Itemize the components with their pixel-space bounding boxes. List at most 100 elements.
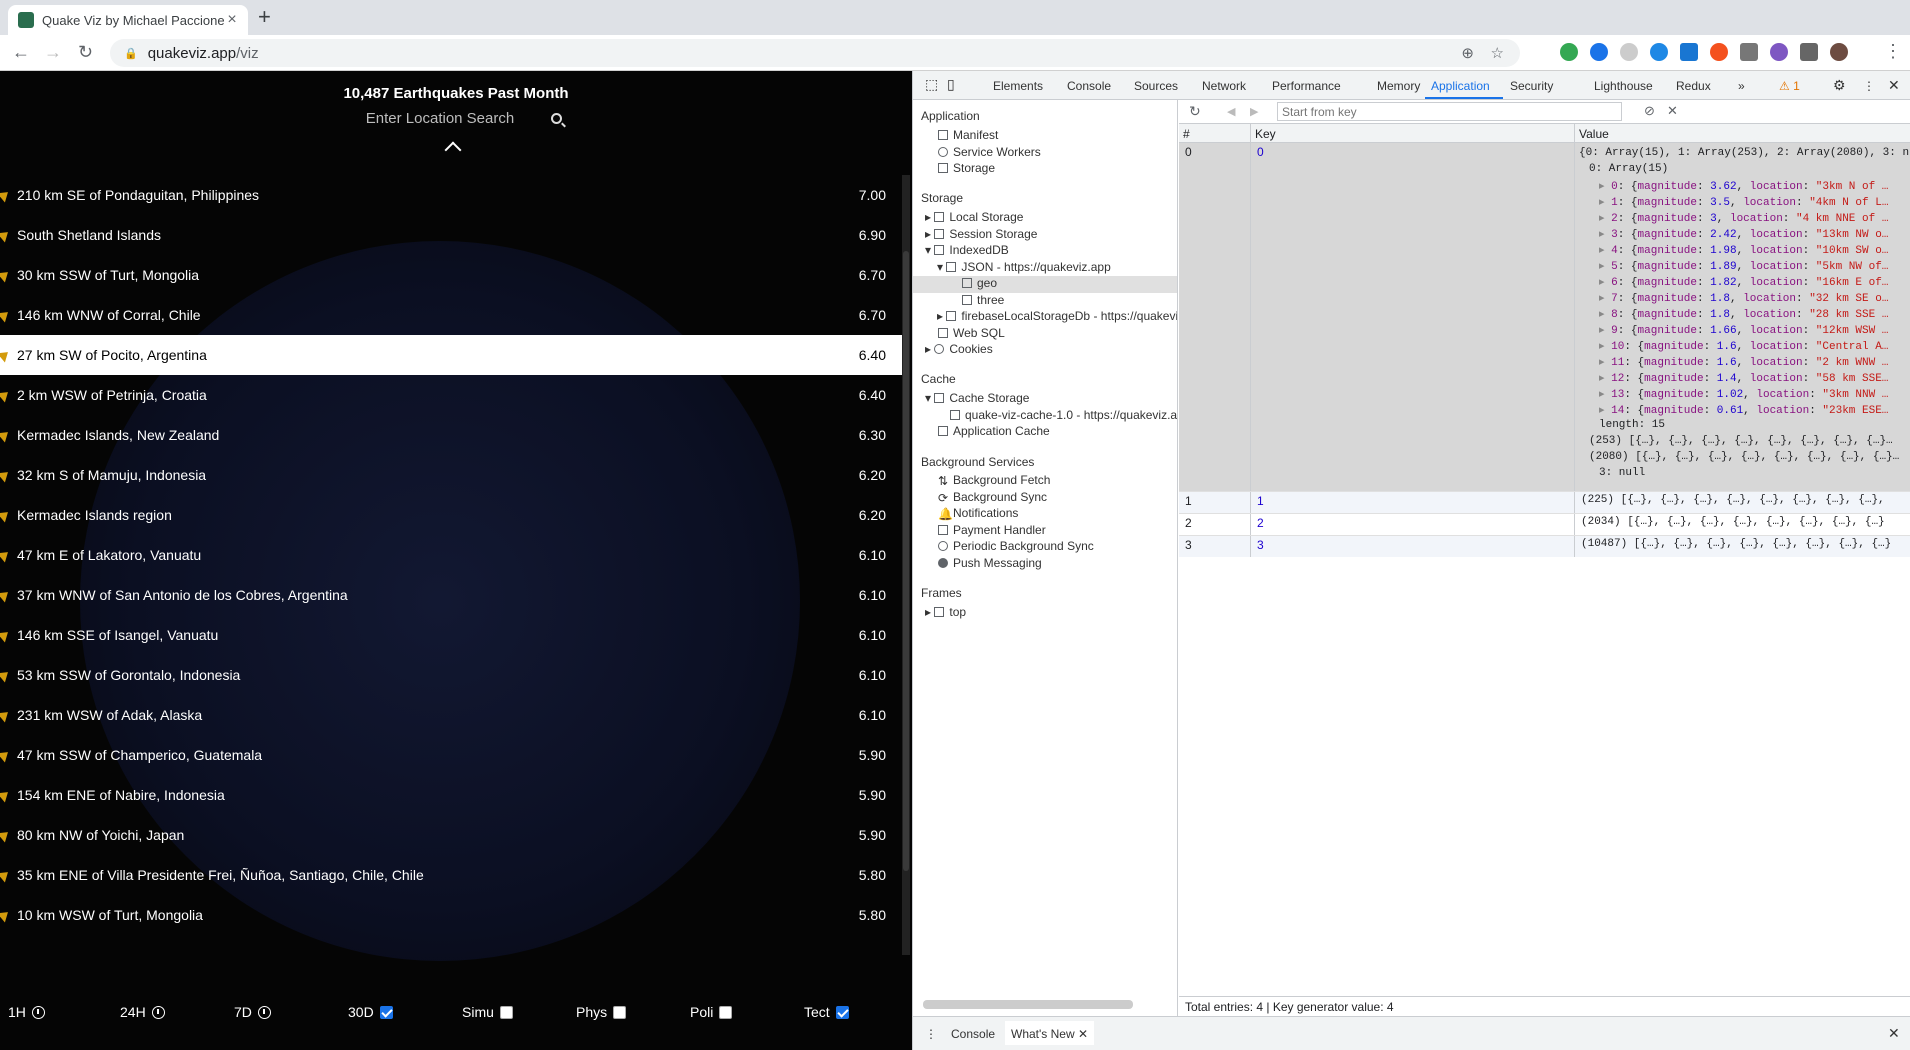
sidebar-item-cookies[interactable]: ▸ Cookies (925, 342, 993, 356)
sidebar-item-web-sql[interactable]: Web SQL (938, 326, 1005, 340)
tab-performance[interactable]: Performance (1272, 79, 1341, 93)
drawer-tab-whats-new[interactable]: What's New ✕ (1005, 1021, 1095, 1045)
delete-selected-icon[interactable]: ✕ (1667, 103, 1678, 119)
value-entry[interactable]: ▸ 13: {magnitude: 1.02, location: "3km N… (1599, 387, 1888, 401)
tab-network[interactable]: Network (1202, 79, 1246, 93)
table-row[interactable]: 3 3 (10487) [{…}, {…}, {…}, {…}, {…}, {…},… (1179, 535, 1910, 557)
checkbox[interactable] (499, 1005, 513, 1019)
sidebar-item-periodic-sync[interactable]: Periodic Background Sync (938, 539, 1094, 553)
value-line-2[interactable]: (2080) [{…}, {…}, {…}, {…}, {…}, {…}, {…… (1589, 451, 1899, 463)
value-line-1[interactable]: (253) [{…}, {…}, {…}, {…}, {…}, {…}, {…}… (1589, 435, 1893, 447)
checkbox[interactable] (379, 1005, 393, 1019)
sidebar-item-payment-handler[interactable]: Payment Handler (938, 523, 1046, 537)
extension-icon[interactable] (1650, 43, 1668, 61)
value-entry[interactable]: ▸ 11: {magnitude: 1.6, location: "2 km W… (1599, 355, 1888, 369)
control-24h[interactable]: 24H (120, 992, 165, 1032)
table-row[interactable]: 1 1 (225) [{…}, {…}, {…}, {…}, {…}, {…}, {… (1179, 491, 1910, 513)
sidebar-item-notifications[interactable]: 🔔Notifications (938, 506, 1018, 521)
control-tect[interactable]: Tect (804, 992, 849, 1032)
list-item[interactable]: South Shetland Islands 6.90 (0, 215, 902, 255)
puzzle-icon[interactable] (1800, 43, 1818, 61)
table-row[interactable]: 0 0 {0: Array(15), 1: Array(253), 2: Arr… (1179, 143, 1910, 491)
extension-icon[interactable] (1680, 43, 1698, 61)
extension-icon[interactable] (1620, 43, 1638, 61)
value-entry[interactable]: ▸ 14: {magnitude: 0.61, location: "23km … (1599, 403, 1888, 417)
sidebar-item-local-storage[interactable]: ▸ Local Storage (925, 210, 1023, 224)
value-entry[interactable]: ▸ 5: {magnitude: 1.89, location: "5km NW… (1599, 259, 1888, 273)
download-icon[interactable] (151, 1005, 165, 1019)
column-header-key[interactable]: Key (1251, 124, 1575, 143)
list-item[interactable]: 146 km WNW of Corral, Chile 6.70 (0, 295, 902, 335)
list-item[interactable]: 10 km WSW of Turt, Mongolia 5.80 (0, 895, 902, 935)
tab-security[interactable]: Security (1510, 79, 1553, 93)
warnings-badge[interactable]: ⚠ 1 (1779, 79, 1800, 93)
sidebar-item-geo-store[interactable]: geo (913, 276, 1177, 293)
control-7d[interactable]: 7D (234, 992, 271, 1032)
control-simu[interactable]: Simu (462, 992, 513, 1032)
column-header-index[interactable]: # (1179, 124, 1251, 143)
scrollbar-thumb[interactable] (903, 251, 909, 871)
sidebar-item-cache-storage[interactable]: ▾ Cache Storage (925, 391, 1029, 405)
chevron-up-icon[interactable] (444, 141, 462, 159)
list-item[interactable]: Kermadec Islands region 6.20 (0, 495, 902, 535)
list-item[interactable]: 27 km SW of Pocito, Argentina 6.40 (0, 335, 902, 375)
control-phys[interactable]: Phys (576, 992, 627, 1032)
value-line-3[interactable]: 3: null (1599, 467, 1645, 479)
address-bar[interactable]: 🔒 quakeviz.app/viz ⊕ ☆ (110, 39, 1520, 67)
sidebar-item-json-db[interactable]: ▾ JSON - https://quakeviz.app (937, 260, 1111, 274)
drawer-menu-icon[interactable]: ⋮ (925, 1027, 937, 1041)
extension-icon[interactable] (1770, 43, 1788, 61)
download-icon[interactable] (257, 1005, 271, 1019)
sidebar-item-background-fetch[interactable]: ⇅ Background Fetch (938, 473, 1050, 488)
sidebar-item-manifest[interactable]: Manifest (938, 128, 998, 142)
checkbox[interactable] (613, 1005, 627, 1019)
sidebar-horizontal-scrollbar[interactable] (923, 1000, 1133, 1009)
control-30d[interactable]: 30D (348, 992, 393, 1032)
table-row[interactable]: 2 2 (2034) [{…}, {…}, {…}, {…}, {…}, {…}, … (1179, 513, 1910, 535)
control-1h[interactable]: 1H (8, 992, 45, 1032)
list-item[interactable]: 47 km E of Lakatoro, Vanuatu 6.10 (0, 535, 902, 575)
location-search-input[interactable] (340, 107, 540, 129)
download-icon[interactable] (31, 1005, 45, 1019)
sidebar-item-firebase-db[interactable]: ▸ firebaseLocalStorageDb - https://quake… (937, 309, 1177, 323)
inspect-element-icon[interactable]: ⬚ (925, 76, 938, 93)
sidebar-item-session-storage[interactable]: ▸ Session Storage (925, 227, 1037, 241)
tab-lighthouse[interactable]: Lighthouse (1594, 79, 1653, 93)
value-entry[interactable]: ▸ 9: {magnitude: 1.66, location: "12km W… (1599, 323, 1888, 337)
value-subarray[interactable]: 0: Array(15) (1589, 163, 1668, 175)
next-page-icon[interactable]: ▶ (1250, 105, 1258, 118)
clear-store-icon[interactable]: ⊘ (1644, 103, 1655, 119)
extension-icon[interactable] (1590, 43, 1608, 61)
list-item[interactable]: 32 km S of Mamuju, Indonesia 6.20 (0, 455, 902, 495)
back-icon[interactable]: ← (12, 42, 30, 63)
more-tabs-icon[interactable]: » (1738, 79, 1745, 93)
list-item[interactable]: 35 km ENE of Villa Presidente Frei, Ñuño… (0, 855, 902, 895)
value-entry[interactable]: ▸ 3: {magnitude: 2.42, location: "13km N… (1599, 227, 1888, 241)
sidebar-item-three-store[interactable]: three (962, 293, 1004, 307)
column-header-value[interactable]: Value (1575, 124, 1910, 143)
sidebar-item-cache-entry[interactable]: quake-viz-cache-1.0 - https://quakeviz.a… (950, 408, 1177, 422)
close-devtools-icon[interactable]: ✕ (1888, 77, 1900, 94)
tab-sources[interactable]: Sources (1134, 79, 1178, 93)
control-poli[interactable]: Poli (690, 992, 733, 1032)
value-length[interactable]: length: 15 (1599, 419, 1665, 431)
extension-icon[interactable] (1560, 43, 1578, 61)
list-item[interactable]: 37 km WNW of San Antonio de los Cobres, … (0, 575, 902, 615)
list-item[interactable]: 231 km WSW of Adak, Alaska 6.10 (0, 695, 902, 735)
value-entry[interactable]: ▸ 10: {magnitude: 1.6, location: "Centra… (1599, 339, 1888, 353)
list-item[interactable]: 154 km ENE of Nabire, Indonesia 5.90 (0, 775, 902, 815)
drawer-tab-console[interactable]: Console (951, 1027, 995, 1041)
list-item[interactable]: 2 km WSW of Petrinja, Croatia 6.40 (0, 375, 902, 415)
device-toolbar-icon[interactable]: ▯ (947, 76, 955, 93)
list-item[interactable]: 210 km SE of Pondaguitan, Philippines 7.0… (0, 175, 902, 215)
value-entry[interactable]: ▸ 8: {magnitude: 1.8, location: "28 km S… (1599, 307, 1888, 321)
sidebar-item-application-cache[interactable]: Application Cache (938, 424, 1050, 438)
value-entry[interactable]: ▸ 0: {magnitude: 3.62, location: "3km N … (1599, 179, 1888, 193)
list-item[interactable]: 80 km NW of Yoichi, Japan 5.90 (0, 815, 902, 855)
forward-icon[interactable]: → (44, 42, 62, 63)
tab-console[interactable]: Console (1067, 79, 1111, 93)
refresh-icon[interactable]: ↻ (1189, 103, 1201, 120)
tab-application[interactable]: Application (1431, 79, 1490, 93)
sidebar-item-background-sync[interactable]: ⟳ Background Sync (938, 490, 1047, 505)
value-entry[interactable]: ▸ 7: {magnitude: 1.8, location: "32 km S… (1599, 291, 1888, 305)
